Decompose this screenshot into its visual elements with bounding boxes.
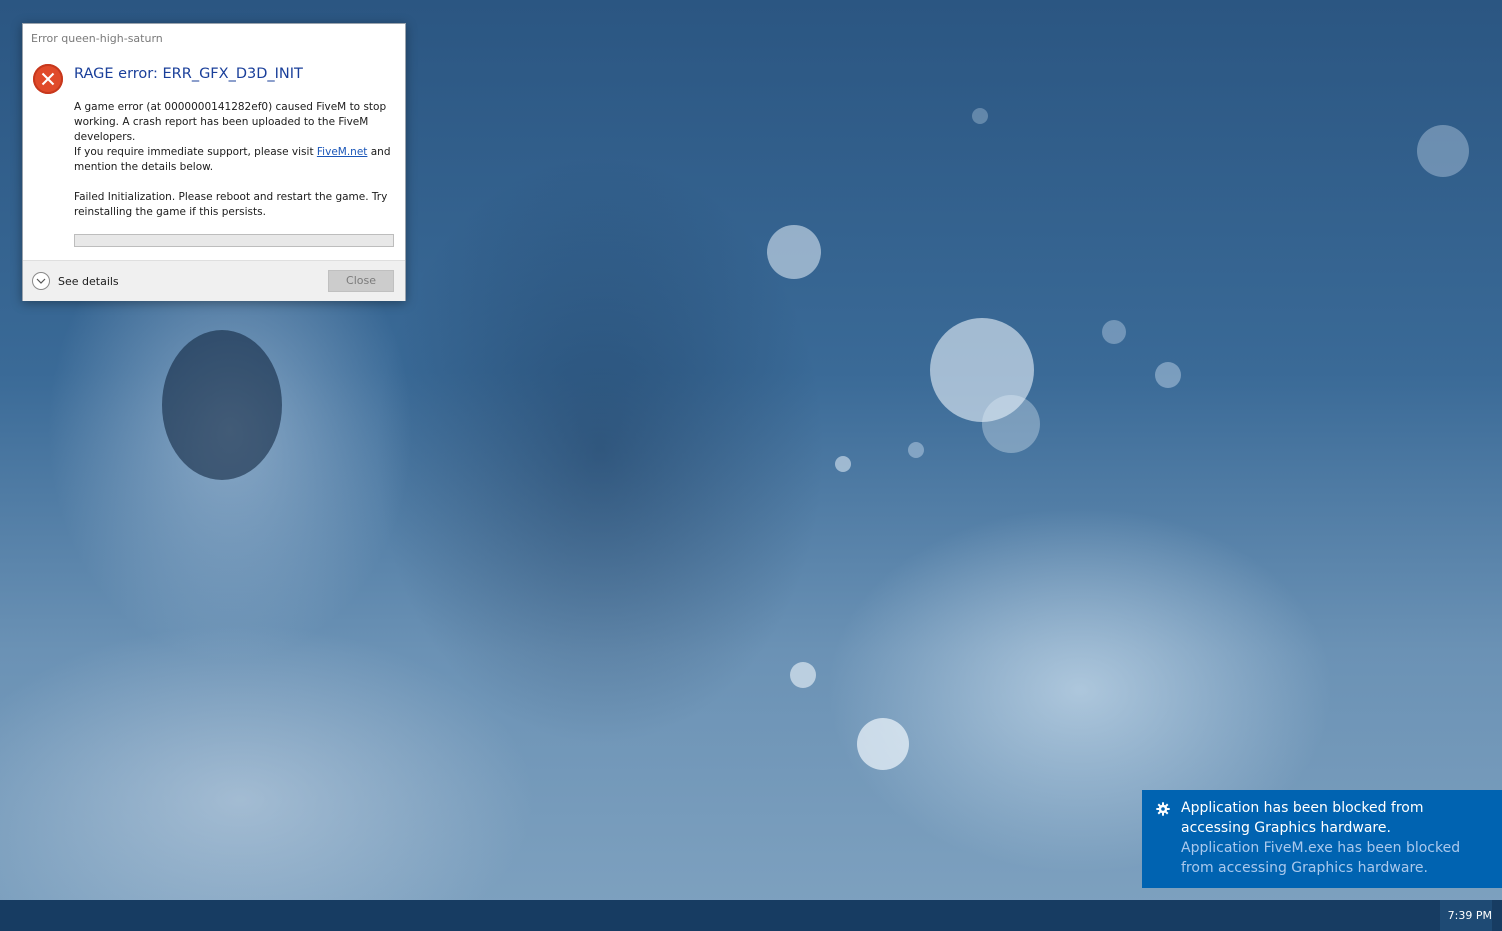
error-x-icon (33, 64, 63, 94)
wallpaper-bokeh (908, 442, 924, 458)
toast-body: Application FiveM.exe has been blocked f… (1181, 840, 1461, 876)
dialog-footer: See details Close (23, 260, 405, 301)
wallpaper-bokeh (972, 108, 988, 124)
support-prefix: If you require immediate support, please… (74, 146, 317, 158)
see-details-button[interactable]: See details (32, 271, 119, 291)
fivem-link[interactable]: FiveM.net (317, 146, 368, 158)
taskbar: 7:39 PM (0, 900, 1502, 931)
dialog-window-title: Error queen-high-saturn (31, 32, 163, 45)
wallpaper-bokeh (857, 718, 909, 770)
wallpaper-bokeh (1417, 125, 1469, 177)
wallpaper-bokeh (1102, 320, 1126, 344)
error-dialog: Error queen-high-saturn RAGE error: ERR_… (22, 23, 406, 301)
taskbar-clock[interactable]: 7:39 PM (1440, 900, 1492, 931)
progress-bar (74, 234, 394, 247)
error-message-intro: A game error (at 0000000141282ef0) cause… (74, 101, 387, 143)
toast-title: Application has been blocked from access… (1181, 800, 1424, 836)
wallpaper-bokeh (1155, 362, 1181, 388)
close-button[interactable]: Close (328, 270, 394, 292)
chevron-down-icon (32, 272, 50, 290)
dialog-heading: RAGE error: ERR_GFX_D3D_INIT (74, 66, 303, 82)
wallpaper-bokeh (790, 662, 816, 688)
error-detail: Failed Initialization. Please reboot and… (74, 191, 388, 218)
gear-icon (1156, 802, 1170, 816)
wallpaper-bokeh (162, 330, 282, 480)
wallpaper-bokeh (982, 395, 1040, 453)
wallpaper-bokeh (835, 456, 851, 472)
notification-toast[interactable]: Application has been blocked from access… (1142, 790, 1502, 888)
error-message: A game error (at 0000000141282ef0) cause… (74, 100, 399, 175)
wallpaper-bokeh (767, 225, 821, 279)
see-details-label: See details (58, 274, 119, 288)
